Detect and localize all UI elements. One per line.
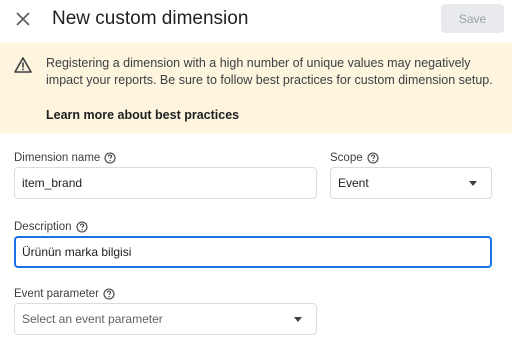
warning-icon (14, 57, 32, 73)
close-button[interactable] (12, 8, 34, 30)
warning-message: Registering a dimension with a high numb… (46, 56, 493, 87)
dimension-name-label-text: Dimension name (14, 152, 101, 164)
page-title: New custom dimension (52, 8, 249, 29)
dropdown-arrow-icon (294, 317, 302, 322)
save-button[interactable]: Save (441, 4, 504, 33)
help-icon[interactable] (75, 221, 88, 233)
close-icon (12, 8, 34, 30)
help-icon[interactable] (104, 152, 116, 164)
event-parameter-label-text: Event parameter (14, 288, 100, 300)
scope-label: Scope (330, 151, 379, 165)
description-value: Ürünün marka bilgisi (22, 245, 132, 259)
dimension-name-field[interactable]: item_brand (14, 167, 317, 199)
dropdown-arrow-icon (469, 181, 477, 186)
scope-value: Event (338, 176, 369, 190)
dialog-header: New custom dimension Save (0, 0, 512, 38)
dimension-name-value: item_brand (22, 176, 83, 190)
dimension-name-label: Dimension name (14, 151, 116, 165)
description-label: Description (14, 220, 88, 234)
description-field[interactable]: Ürünün marka bilgisi (14, 236, 492, 268)
event-parameter-label: Event parameter (14, 287, 115, 301)
scope-select[interactable]: Event (330, 167, 492, 199)
scope-label-text: Scope (330, 152, 363, 164)
help-icon[interactable] (103, 288, 115, 300)
help-icon[interactable] (367, 152, 379, 164)
best-practices-link[interactable]: Learn more about best practices (46, 107, 239, 123)
description-label-text: Description (14, 221, 72, 233)
event-parameter-select[interactable]: Select an event parameter (14, 303, 317, 335)
event-parameter-placeholder: Select an event parameter (22, 312, 163, 326)
